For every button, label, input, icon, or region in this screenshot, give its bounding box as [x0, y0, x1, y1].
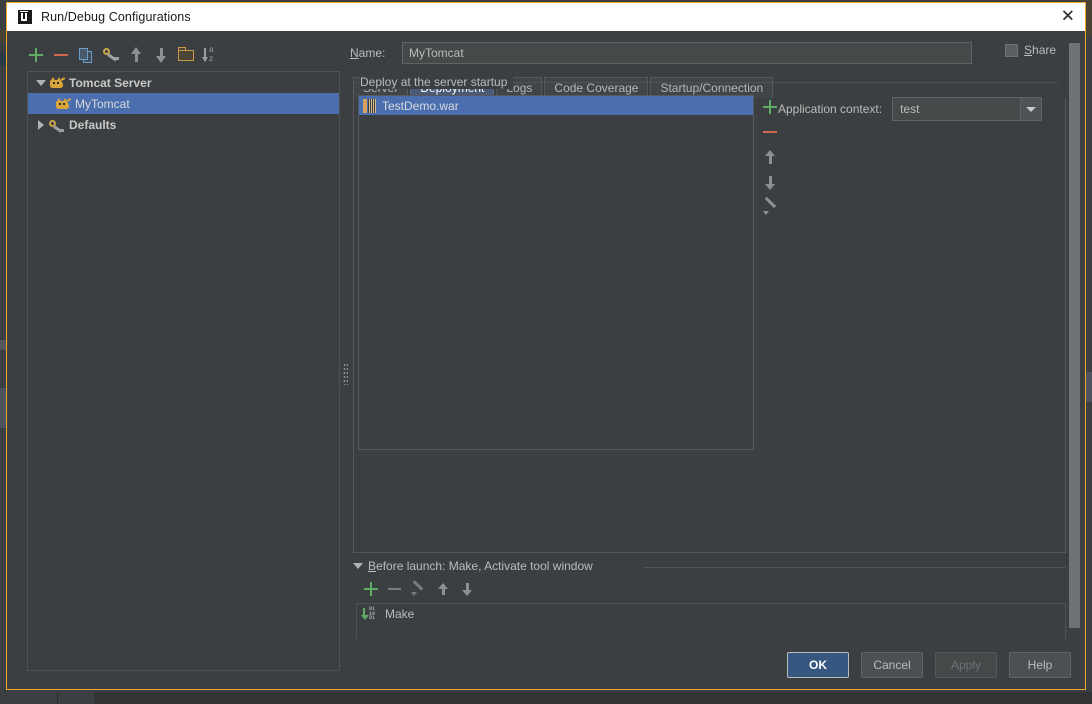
build-make-icon: 01 10 01	[361, 607, 380, 621]
dialog-button-row: OK Cancel Apply Help	[787, 652, 1071, 678]
tomcat-cat-icon	[54, 96, 72, 112]
edit-artifact-button[interactable]	[758, 195, 782, 220]
dialog-body: az Tomcat Server MyTomcat Defaults Name:…	[7, 31, 1085, 689]
move-up-button[interactable]	[125, 44, 147, 66]
tree-item-defaults[interactable]: Defaults	[28, 114, 339, 135]
wrench-icon	[48, 117, 66, 133]
before-launch-toolbar	[361, 579, 477, 599]
scrollbar-thumb[interactable]	[1069, 43, 1080, 628]
chevron-down-icon[interactable]	[1020, 98, 1042, 120]
task-label: Make	[385, 607, 415, 621]
dialog-scrollbar[interactable]	[1069, 43, 1080, 628]
ok-button[interactable]: OK	[787, 652, 849, 678]
backdrop-tool-tab	[58, 692, 94, 704]
name-input[interactable]	[402, 42, 972, 64]
deploy-group-title: Deploy at the server startup	[360, 75, 514, 89]
sort-configurations-button[interactable]: az	[200, 44, 222, 66]
tree-item-mytomcat[interactable]: MyTomcat	[28, 93, 339, 114]
copy-configuration-button[interactable]	[75, 44, 97, 66]
task-move-up-button[interactable]	[433, 579, 453, 599]
remove-artifact-button[interactable]	[758, 120, 782, 145]
configurations-left-panel: az Tomcat Server MyTomcat Defaults	[7, 31, 341, 677]
move-artifact-down-button[interactable]	[758, 170, 782, 195]
cancel-button[interactable]: Cancel	[861, 652, 923, 678]
before-launch-header[interactable]: Before launch: Make, Activate tool windo…	[353, 559, 1066, 573]
application-context-row: Application context: test	[778, 97, 1043, 121]
dialog-title: Run/Debug Configurations	[41, 10, 191, 24]
configurations-tree[interactable]: Tomcat Server MyTomcat Defaults	[27, 71, 340, 671]
tree-item-label: MyTomcat	[75, 96, 130, 111]
backdrop-statusbar	[0, 692, 1092, 704]
chevron-down-icon[interactable]	[353, 563, 363, 569]
application-context-combobox[interactable]: test	[892, 97, 1043, 121]
configuration-editor-panel: Name: Share Server Deployment Logs Code …	[350, 31, 1080, 677]
create-folder-button[interactable]	[175, 44, 197, 66]
intellij-idea-icon	[17, 9, 33, 25]
list-item[interactable]: TestDemo.war	[359, 96, 753, 115]
checkbox-box-icon[interactable]	[1005, 43, 1018, 57]
configurations-toolbar: az	[25, 43, 325, 67]
before-launch-task-list[interactable]: 01 10 01 Make	[356, 603, 1066, 639]
remove-task-button	[385, 579, 405, 599]
panel-splitter[interactable]	[340, 31, 350, 677]
run-debug-configurations-dialog: Run/Debug Configurations ✕ az Tomcat Ser…	[6, 2, 1086, 690]
dialog-titlebar: Run/Debug Configurations ✕	[7, 3, 1085, 31]
name-label: Name:	[350, 46, 386, 60]
tree-item-label: Defaults	[69, 117, 117, 132]
name-row: Name:	[350, 41, 1080, 65]
war-archive-icon	[363, 98, 376, 113]
close-icon[interactable]: ✕	[1061, 8, 1075, 26]
chevron-right-icon[interactable]	[34, 119, 48, 130]
before-launch-title: Before launch: Make, Activate tool windo…	[368, 559, 593, 573]
share-label: Share	[1024, 43, 1057, 57]
add-configuration-button[interactable]	[25, 44, 47, 66]
chevron-down-icon[interactable]	[34, 79, 48, 86]
tree-item-label: Tomcat Server	[69, 75, 152, 90]
before-launch-section: Before launch: Make, Activate tool windo…	[353, 559, 1066, 639]
tree-item-tomcat-server[interactable]: Tomcat Server	[28, 72, 339, 93]
move-artifact-up-button[interactable]	[758, 145, 782, 170]
artifact-label: TestDemo.war	[382, 98, 459, 113]
list-item[interactable]: 01 10 01 Make	[357, 604, 1065, 624]
before-launch-divider	[643, 567, 1066, 568]
application-context-label: Application context:	[778, 102, 883, 116]
dialog-footer: OK Cancel Apply Help	[7, 647, 1085, 689]
remove-configuration-button[interactable]	[50, 44, 72, 66]
share-checkbox[interactable]: Share	[1005, 43, 1056, 57]
tomcat-cat-icon	[48, 75, 66, 91]
backdrop-tool-tab	[0, 692, 58, 704]
help-button[interactable]: Help	[1009, 652, 1071, 678]
application-context-value: test	[900, 102, 920, 116]
splitter-grip-icon	[343, 363, 348, 385]
move-down-button[interactable]	[150, 44, 172, 66]
add-task-button[interactable]	[361, 579, 381, 599]
apply-button: Apply	[935, 652, 997, 678]
edit-task-button	[409, 579, 429, 599]
task-move-down-button[interactable]	[457, 579, 477, 599]
edit-defaults-button[interactable]	[100, 44, 122, 66]
deployment-artifacts-list[interactable]: TestDemo.war	[358, 95, 754, 450]
